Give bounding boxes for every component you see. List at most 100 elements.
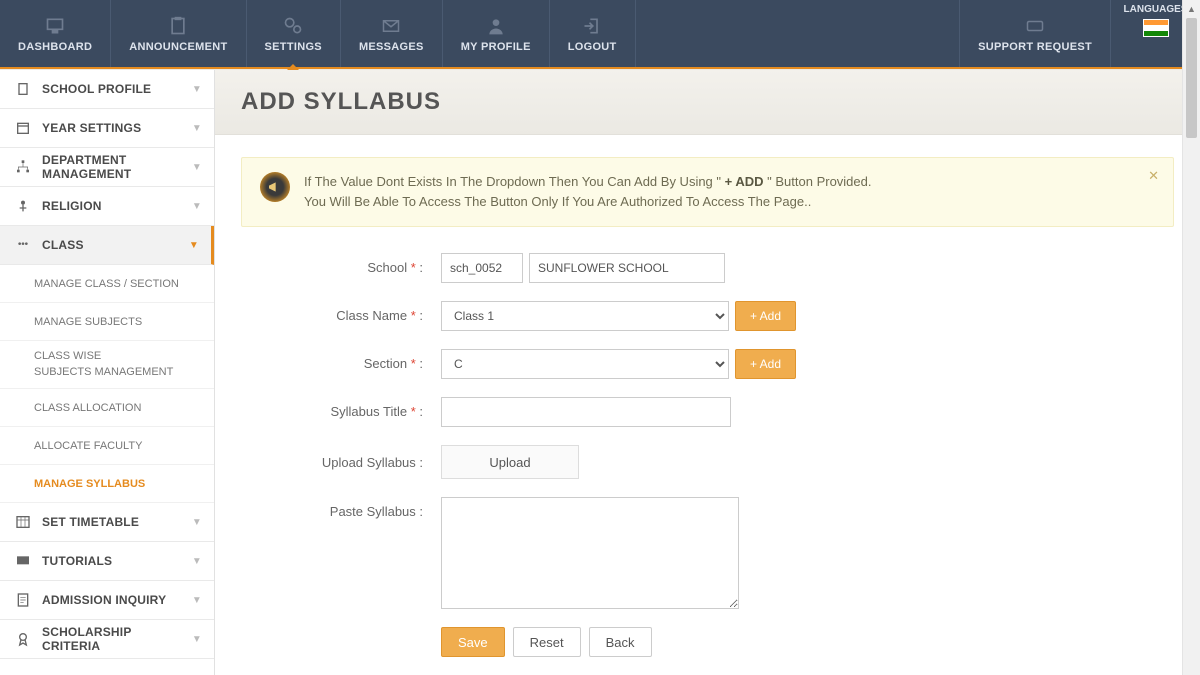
gears-icon [279,15,307,37]
alert-line2: You Will Be Able To Access The Button On… [304,194,811,209]
nav-label: ANNOUNCEMENT [129,41,227,53]
chevron-down-icon: ▼ [192,84,202,95]
label-text: Syllabus Title [330,404,407,419]
scroll-thumb[interactable] [1186,18,1197,138]
flag-india-icon [1143,19,1169,37]
sidebar-item-tutorials[interactable]: TUTORIALS ▼ [0,542,214,581]
nav-dashboard[interactable]: DASHBOARD [0,0,111,67]
label-class: Class Name * : [241,301,441,323]
nav-my-profile[interactable]: MY PROFILE [443,0,550,67]
person-icon [14,197,32,215]
vertical-scrollbar[interactable]: ▲ [1182,0,1200,675]
syllabus-title-input[interactable] [441,397,731,427]
label-school: School * : [241,253,441,275]
required-mark: * [411,356,416,371]
nav-announcement[interactable]: ANNOUNCEMENT [111,0,246,67]
nav-label: MY PROFILE [461,41,531,53]
top-navigation: DASHBOARD ANNOUNCEMENT SETTINGS MESSAGES… [0,0,1200,67]
chevron-down-icon: ▼ [192,123,202,134]
sidebar-item-label: CLASS [42,238,189,252]
label-text: Class Name [336,308,407,323]
add-section-button[interactable]: + Add [735,349,796,379]
sidebar-item-label: SCHOOL PROFILE [42,82,192,96]
required-mark: * [411,260,416,275]
chevron-down-icon: ▼ [192,162,202,173]
row-syllabus-title: Syllabus Title * : [241,397,1174,427]
alert-text: If The Value Dont Exists In The Dropdown… [304,172,872,212]
monitor-icon [41,15,69,37]
chevron-down-icon: ▼ [192,517,202,528]
label-text: School [367,260,407,275]
sub-manage-subjects[interactable]: MANAGE SUBJECTS [0,303,214,341]
nav-label: SUPPORT REQUEST [978,41,1092,53]
sidebar-item-department-management[interactable]: DEPARTMENT MANAGEMENT ▼ [0,148,214,187]
ticket-icon [1021,15,1049,37]
nav-settings[interactable]: SETTINGS [247,0,341,67]
alert-close-icon[interactable]: ✕ [1148,168,1159,184]
screen-icon [14,552,32,570]
sidebar: SCHOOL PROFILE ▼ YEAR SETTINGS ▼ DEPARTM… [0,70,215,675]
required-mark: * [411,404,416,419]
save-button[interactable]: Save [441,627,505,657]
sub-label-line2: SUBJECTS MANAGEMENT [34,365,173,380]
scroll-up-icon[interactable]: ▲ [1183,0,1200,18]
clipboard-list-icon [14,591,32,609]
sidebar-item-admission-inquiry[interactable]: ADMISSION INQUIRY ▼ [0,581,214,620]
main-content: ADD SYLLABUS If The Value Dont Exists In… [215,70,1200,675]
label-syllabus-title: Syllabus Title * : [241,397,441,419]
upload-button[interactable]: Upload [441,445,579,479]
sub-label-line1: CLASS WISE [34,349,101,364]
sub-manage-syllabus[interactable]: MANAGE SYLLABUS [0,465,214,503]
sidebar-item-label: RELIGION [42,199,192,213]
row-section: Section * : C + Add [241,349,1174,379]
sidebar-item-label: YEAR SETTINGS [42,121,192,135]
nav-support-request[interactable]: SUPPORT REQUEST [959,0,1110,67]
page-header: ADD SYLLABUS [215,70,1200,135]
sidebar-item-set-timetable[interactable]: SET TIMETABLE ▼ [0,503,214,542]
sidebar-item-religion[interactable]: RELIGION ▼ [0,187,214,226]
envelope-icon [377,15,405,37]
school-name-input[interactable] [529,253,725,283]
label-spacer [241,627,441,634]
sidebar-item-year-settings[interactable]: YEAR SETTINGS ▼ [0,109,214,148]
nav-messages[interactable]: MESSAGES [341,0,443,67]
sidebar-item-label: SET TIMETABLE [42,515,192,529]
info-alert: If The Value Dont Exists In The Dropdown… [241,157,1174,227]
sidebar-item-class[interactable]: CLASS ▼ [0,226,214,265]
building-icon [14,80,32,98]
label-text: Section [364,356,407,371]
sidebar-item-scholarship-criteria[interactable]: SCHOLARSHIP CRITERIA ▼ [0,620,214,659]
sub-class-allocation[interactable]: CLASS ALLOCATION [0,389,214,427]
sitemap-icon [14,158,32,176]
row-upload: Upload Syllabus : Upload [241,445,1174,479]
section-select[interactable]: C [441,349,729,379]
sub-class-wise-subjects-management[interactable]: CLASS WISE SUBJECTS MANAGEMENT [0,341,214,389]
alert-line1a: If The Value Dont Exists In The Dropdown… [304,174,725,189]
sidebar-submenu-class: MANAGE CLASS / SECTION MANAGE SUBJECTS C… [0,265,214,503]
group-icon [14,236,32,254]
sub-manage-class-section[interactable]: MANAGE CLASS / SECTION [0,265,214,303]
megaphone-icon [260,172,290,202]
label-upload: Upload Syllabus : [241,455,441,470]
paste-syllabus-textarea[interactable] [441,497,739,609]
clipboard-icon [164,15,192,37]
sub-allocate-faculty[interactable]: ALLOCATE FACULTY [0,427,214,465]
add-class-button[interactable]: + Add [735,301,796,331]
back-button[interactable]: Back [589,627,652,657]
user-icon [482,15,510,37]
row-paste: Paste Syllabus : [241,497,1174,609]
row-class: Class Name * : Class 1 + Add [241,301,1174,331]
nav-logout[interactable]: LOGOUT [550,0,636,67]
sidebar-item-school-profile[interactable]: SCHOOL PROFILE ▼ [0,70,214,109]
school-code-input[interactable] [441,253,523,283]
class-select[interactable]: Class 1 [441,301,729,331]
reset-button[interactable]: Reset [513,627,581,657]
label-section: Section * : [241,349,441,371]
logout-icon [578,15,606,37]
chevron-down-icon: ▼ [192,634,202,645]
nav-label: MESSAGES [359,41,424,53]
sidebar-item-label: ADMISSION INQUIRY [42,593,192,607]
nav-label: SETTINGS [265,41,322,53]
alert-line1b: " Button Provided. [764,174,872,189]
chevron-down-icon: ▼ [192,595,202,606]
